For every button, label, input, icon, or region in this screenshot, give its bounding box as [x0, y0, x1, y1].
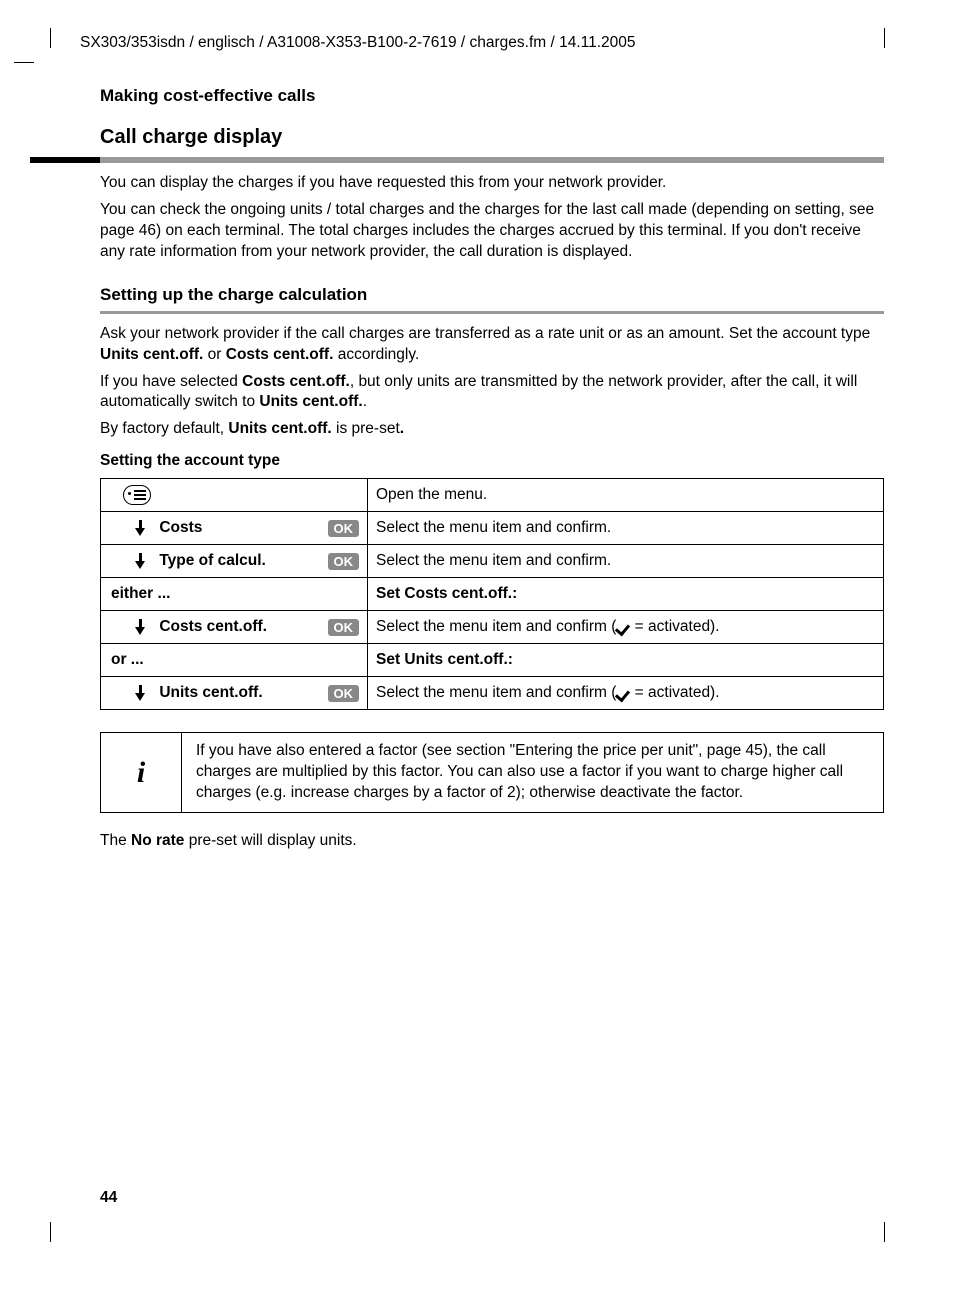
or-label: or ...	[101, 644, 368, 677]
or-head: Set Units cent.off.:	[368, 644, 884, 677]
ok-badge: OK	[328, 553, 360, 570]
menu-item-label: Costs	[159, 519, 202, 536]
header-path: SX303/353isdn / englisch / A31008-X353-B…	[80, 34, 884, 52]
check-icon	[616, 687, 630, 699]
heading-account-type: Setting the account type	[100, 452, 884, 470]
table-row: Costs cent.off. OK Select the menu item …	[101, 611, 884, 644]
procedure-table: Open the menu. Costs OK Select the menu …	[100, 478, 884, 710]
table-row-either: either ... Set Costs cent.off.:	[101, 578, 884, 611]
heading-rule-thin	[100, 311, 884, 314]
crop-mark	[884, 28, 885, 48]
table-row-or: or ... Set Units cent.off.:	[101, 644, 884, 677]
crop-mark	[14, 62, 34, 63]
ok-badge: OK	[328, 685, 360, 702]
down-arrow-icon	[135, 619, 145, 635]
table-row: Type of calcul. OK Select the menu item …	[101, 545, 884, 578]
info-box: i If you have also entered a factor (see…	[100, 732, 884, 813]
either-label: either ...	[101, 578, 368, 611]
table-desc: Select the menu item and confirm ( = act…	[368, 677, 884, 710]
table-desc: Open the menu.	[368, 479, 884, 512]
down-arrow-icon	[135, 553, 145, 569]
check-icon	[616, 621, 630, 633]
heading-call-charge-display: Call charge display	[100, 126, 884, 149]
ok-badge: OK	[328, 619, 360, 636]
down-arrow-icon	[135, 520, 145, 536]
menu-item-label: Type of calcul.	[159, 552, 266, 569]
setup-para-3: By factory default, Units cent.off. is p…	[100, 419, 884, 440]
heading-rule	[100, 157, 884, 163]
info-icon: i	[101, 733, 182, 812]
ok-badge: OK	[328, 520, 360, 537]
crop-mark	[50, 28, 51, 48]
either-head: Set Costs cent.off.:	[368, 578, 884, 611]
final-para: The No rate pre-set will display units.	[100, 831, 884, 852]
table-desc: Select the menu item and confirm.	[368, 545, 884, 578]
section-label: Making cost-effective calls	[100, 86, 884, 106]
intro-para-1: You can display the charges if you have …	[100, 173, 884, 194]
table-row: Open the menu.	[101, 479, 884, 512]
table-desc: Select the menu item and confirm.	[368, 512, 884, 545]
menu-item-label: Costs cent.off.	[159, 618, 267, 635]
page: SX303/353isdn / englisch / A31008-X353-B…	[0, 0, 954, 1307]
setup-para-1: Ask your network provider if the call ch…	[100, 324, 884, 366]
table-row: Units cent.off. OK Select the menu item …	[101, 677, 884, 710]
page-number: 44	[100, 1189, 117, 1207]
content: Making cost-effective calls Call charge …	[100, 86, 884, 852]
table-row: Costs OK Select the menu item and confir…	[101, 512, 884, 545]
table-desc: Select the menu item and confirm ( = act…	[368, 611, 884, 644]
down-arrow-icon	[135, 685, 145, 701]
menu-icon	[123, 485, 151, 505]
setup-para-2: If you have selected Costs cent.off., bu…	[100, 372, 884, 414]
crop-mark	[884, 1222, 885, 1242]
info-text: If you have also entered a factor (see s…	[182, 733, 883, 812]
intro-para-2: You can check the ongoing units / total …	[100, 200, 884, 263]
heading-setup: Setting up the charge calculation	[100, 285, 884, 305]
crop-mark	[50, 1222, 51, 1242]
menu-item-label: Units cent.off.	[159, 684, 262, 701]
